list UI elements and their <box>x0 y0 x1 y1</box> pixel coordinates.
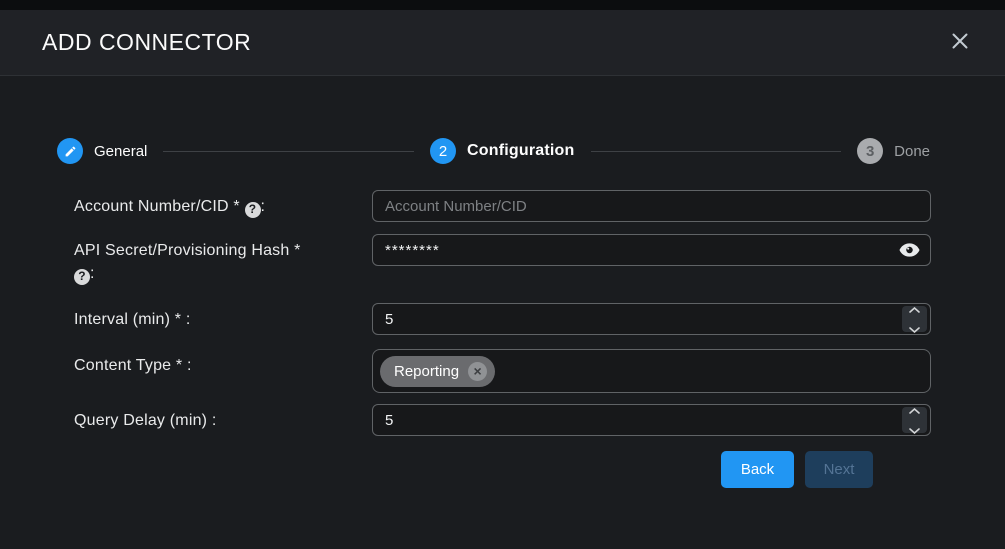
configuration-form: Account Number/CID * ?: API Secret/Provi… <box>0 164 1005 488</box>
step-general-label: General <box>94 143 147 160</box>
close-button[interactable] <box>947 28 973 57</box>
content-type-input-col: Reporting × <box>372 349 931 393</box>
interval-label: Interval (min) * : <box>74 303 372 335</box>
account-number-input[interactable] <box>372 190 931 222</box>
step-configuration[interactable]: 2 Configuration <box>430 138 574 164</box>
tag-label: Reporting <box>394 363 459 380</box>
pencil-icon <box>57 138 83 164</box>
chevron-up-icon <box>909 300 920 318</box>
toggle-password-visibility-button[interactable] <box>899 243 920 260</box>
interval-stepper[interactable] <box>902 306 927 332</box>
dialog-footer: Back Next <box>74 451 873 488</box>
account-number-label: Account Number/CID * ?: <box>74 190 372 222</box>
help-icon[interactable]: ? <box>245 202 261 218</box>
interval-input[interactable] <box>372 303 931 335</box>
interval-row: Interval (min) * : <box>74 303 931 335</box>
top-edge-strip <box>0 0 1005 10</box>
step-done-number: 3 <box>857 138 883 164</box>
wizard-stepper: General 2 Configuration 3 Done <box>57 138 930 164</box>
chevron-down-icon <box>909 421 920 439</box>
content-type-label: Content Type * : <box>74 349 372 393</box>
api-secret-input[interactable] <box>372 234 931 266</box>
stepper-connector <box>591 151 842 152</box>
step-done-label: Done <box>894 143 930 160</box>
account-number-input-col <box>372 190 931 222</box>
api-secret-row: API Secret/Provisioning Hash * ?: <box>74 234 931 285</box>
step-configuration-number: 2 <box>430 138 456 164</box>
remove-x-icon: × <box>473 364 481 378</box>
back-button[interactable]: Back <box>721 451 794 488</box>
dialog-header: ADD CONNECTOR <box>0 10 1005 76</box>
stepper-connector <box>163 151 414 152</box>
api-secret-input-col <box>372 234 931 285</box>
query-delay-stepper[interactable] <box>902 407 927 433</box>
tag-reporting: Reporting × <box>380 356 495 387</box>
query-delay-label: Query Delay (min) : <box>74 404 372 436</box>
close-icon <box>951 32 969 53</box>
step-general[interactable]: General <box>57 138 147 164</box>
content-type-tag-input[interactable]: Reporting × <box>372 349 931 393</box>
step-done: 3 Done <box>857 138 930 164</box>
interval-input-col <box>372 303 931 335</box>
chevron-down-icon <box>909 320 920 338</box>
account-number-row: Account Number/CID * ?: <box>74 190 931 222</box>
query-delay-input[interactable] <box>372 404 931 436</box>
next-button[interactable]: Next <box>805 451 873 488</box>
content-type-row: Content Type * : Reporting × <box>74 349 931 393</box>
help-icon[interactable]: ? <box>74 269 90 285</box>
chevron-up-icon <box>909 401 920 419</box>
dialog-title: ADD CONNECTOR <box>42 29 251 56</box>
eye-icon <box>899 243 920 260</box>
query-delay-input-col <box>372 404 931 436</box>
query-delay-row: Query Delay (min) : <box>74 404 931 436</box>
api-secret-label: API Secret/Provisioning Hash * ?: <box>74 234 372 285</box>
tag-remove-button[interactable]: × <box>468 362 487 381</box>
step-configuration-label: Configuration <box>467 142 574 160</box>
